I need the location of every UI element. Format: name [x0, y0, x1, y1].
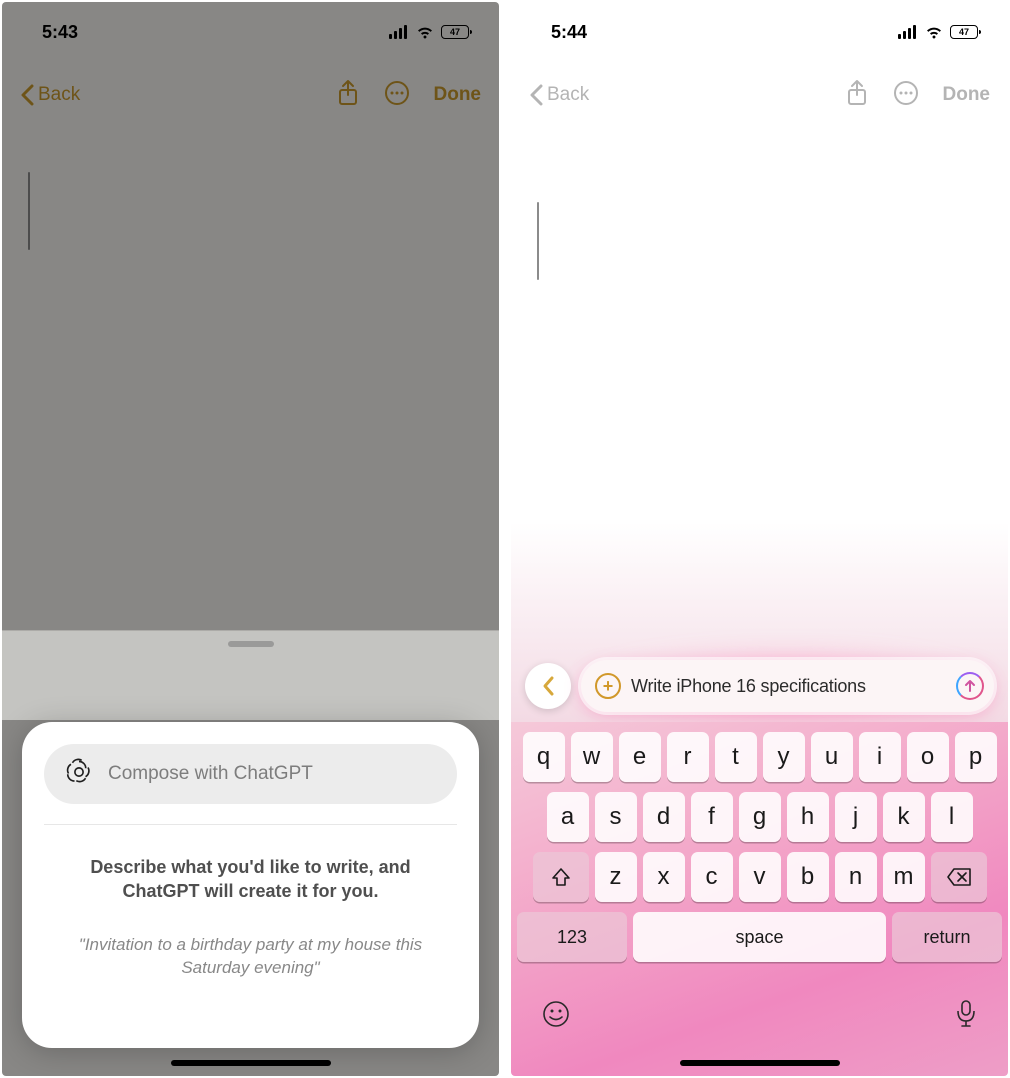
nav-bar: Back Done	[511, 60, 1008, 130]
divider	[44, 824, 457, 825]
compose-panel-header: Back Compose	[2, 630, 499, 720]
keyboard: qwertyuiop asdfghjkl zxcvbnm 123 space r…	[511, 722, 1008, 1076]
compose-sample: "Invitation to a birthday party at my ho…	[44, 934, 457, 980]
home-indicator[interactable]	[171, 1060, 331, 1066]
key-c[interactable]: c	[691, 852, 733, 902]
chatgpt-icon	[64, 757, 94, 792]
return-key[interactable]: return	[892, 912, 1002, 962]
delete-key[interactable]	[931, 852, 987, 902]
note-editor[interactable]	[537, 202, 982, 280]
key-q[interactable]: q	[523, 732, 565, 782]
key-y[interactable]: y	[763, 732, 805, 782]
battery-icon: 47	[950, 25, 978, 39]
back-button[interactable]: Back	[529, 84, 589, 106]
compose-input[interactable]: Compose with ChatGPT	[44, 744, 457, 804]
key-o[interactable]: o	[907, 732, 949, 782]
text-cursor	[537, 202, 539, 280]
key-s[interactable]: s	[595, 792, 637, 842]
key-l[interactable]: l	[931, 792, 973, 842]
space-key[interactable]: space	[633, 912, 886, 962]
emoji-key[interactable]	[541, 999, 571, 1034]
key-m[interactable]: m	[883, 852, 925, 902]
wifi-icon	[924, 25, 944, 39]
compose-description: Describe what you'd like to write, and C…	[44, 855, 457, 904]
status-bar: 5:44 47	[511, 2, 1008, 62]
key-e[interactable]: e	[619, 732, 661, 782]
share-icon[interactable]	[845, 79, 869, 112]
key-k[interactable]: k	[883, 792, 925, 842]
key-t[interactable]: t	[715, 732, 757, 782]
compose-input-row: + Write iPhone 16 specifications	[525, 656, 994, 716]
add-icon[interactable]: +	[595, 673, 621, 699]
more-icon[interactable]	[893, 80, 919, 111]
compose-text-field[interactable]: + Write iPhone 16 specifications	[581, 660, 994, 712]
numbers-key[interactable]: 123	[517, 912, 627, 962]
collapse-button[interactable]	[525, 663, 571, 709]
compose-card: Compose with ChatGPT Describe what you'd…	[22, 722, 479, 1048]
home-indicator[interactable]	[680, 1060, 840, 1066]
sheet-grabber[interactable]	[228, 641, 274, 647]
compose-text-value: Write iPhone 16 specifications	[631, 676, 866, 697]
key-x[interactable]: x	[643, 852, 685, 902]
key-b[interactable]: b	[787, 852, 829, 902]
key-h[interactable]: h	[787, 792, 829, 842]
shift-key[interactable]	[533, 852, 589, 902]
send-button[interactable]	[956, 672, 984, 700]
key-r[interactable]: r	[667, 732, 709, 782]
done-button[interactable]: Done	[943, 84, 991, 106]
key-z[interactable]: z	[595, 852, 637, 902]
key-n[interactable]: n	[835, 852, 877, 902]
status-time: 5:44	[551, 22, 587, 43]
key-f[interactable]: f	[691, 792, 733, 842]
key-g[interactable]: g	[739, 792, 781, 842]
key-u[interactable]: u	[811, 732, 853, 782]
key-w[interactable]: w	[571, 732, 613, 782]
compose-placeholder: Compose with ChatGPT	[108, 763, 313, 785]
key-i[interactable]: i	[859, 732, 901, 782]
key-j[interactable]: j	[835, 792, 877, 842]
key-v[interactable]: v	[739, 852, 781, 902]
key-p[interactable]: p	[955, 732, 997, 782]
screenshot-right: 5:44 47 Back	[511, 2, 1008, 1076]
key-d[interactable]: d	[643, 792, 685, 842]
dictation-key[interactable]	[954, 999, 978, 1034]
cellular-icon	[898, 25, 918, 39]
key-a[interactable]: a	[547, 792, 589, 842]
screenshot-left: 5:43 47 Back	[2, 2, 499, 1076]
